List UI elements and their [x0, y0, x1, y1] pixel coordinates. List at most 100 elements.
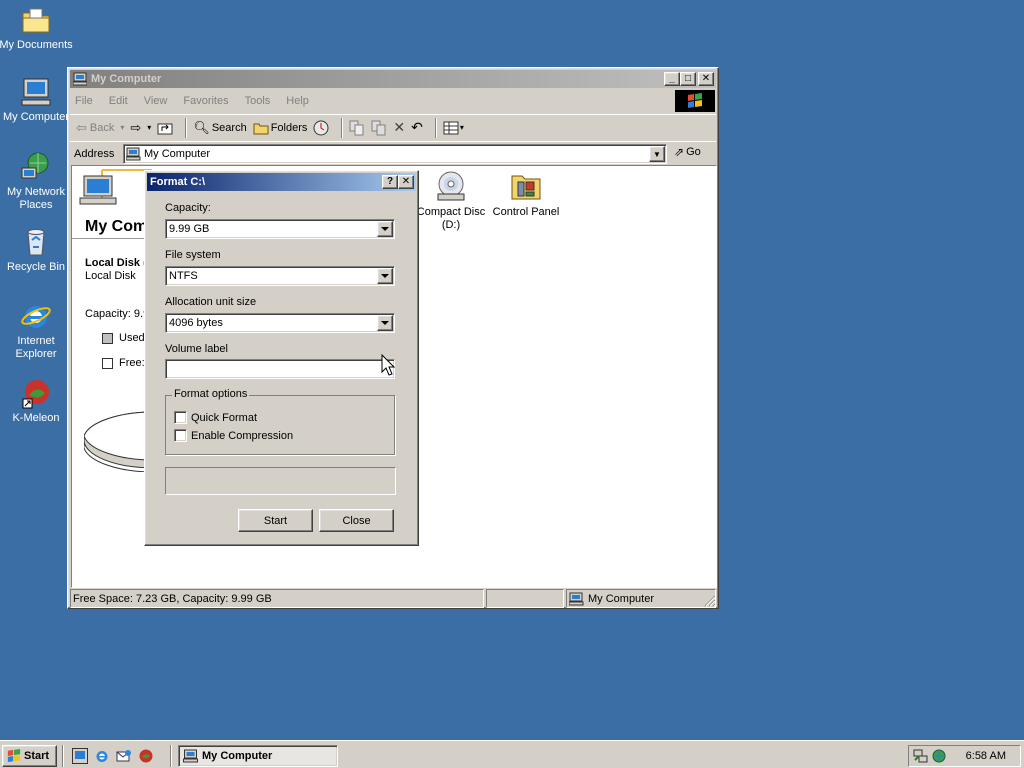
capacity-value: 9.99 GB: [169, 223, 210, 235]
dialog-close-btn[interactable]: Close: [319, 509, 394, 532]
move-to-button[interactable]: [349, 120, 365, 136]
volume-label-caption: Volume label: [165, 343, 228, 355]
filesystem-label: File system: [165, 249, 221, 261]
item-control-panel[interactable]: Control Panel: [490, 170, 562, 218]
capacity-select[interactable]: 9.99 GB: [165, 219, 395, 239]
item-compact-disc[interactable]: Compact Disc (D:): [416, 170, 486, 232]
resize-grip-icon[interactable]: [702, 593, 716, 607]
recycle-bin-icon: [27, 229, 45, 256]
dialog-titlebar[interactable]: Format C:\ ? ✕: [147, 173, 416, 191]
compression-option[interactable]: Enable Compression: [174, 429, 293, 442]
up-folder-button[interactable]: [157, 121, 173, 135]
computer-icon: [21, 78, 51, 106]
history-button[interactable]: [313, 120, 329, 136]
minimize-button[interactable]: _: [664, 72, 680, 86]
start-button-taskbar[interactable]: Start: [2, 745, 57, 767]
menu-file[interactable]: File: [75, 95, 93, 107]
windows-flag-icon: [688, 93, 702, 108]
folder-icon: [22, 8, 50, 33]
quick-format-option[interactable]: Quick Format: [174, 411, 257, 424]
menu-help[interactable]: Help: [286, 95, 309, 107]
chevron-down-icon[interactable]: [377, 268, 393, 284]
desktop-icon-network-places[interactable]: My Network Places: [0, 151, 76, 212]
filesystem-value: NTFS: [169, 270, 198, 282]
menu-tools[interactable]: Tools: [245, 95, 271, 107]
dialog-close-button[interactable]: ✕: [398, 175, 414, 189]
k-meleon-icon[interactable]: [138, 748, 154, 764]
globe-tray-icon[interactable]: [931, 748, 947, 764]
item-label: Compact Disc (D:): [416, 206, 486, 231]
menu-favorites[interactable]: Favorites: [183, 95, 228, 107]
control-panel-icon: [511, 175, 541, 200]
views-button[interactable]: ▾: [443, 121, 464, 135]
internet-explorer-icon[interactable]: [94, 748, 110, 764]
format-progress-bar: [165, 467, 396, 495]
address-dropdown-button[interactable]: ▼: [649, 146, 665, 162]
desktop-icon-internet-explorer[interactable]: Internet Explorer: [0, 300, 76, 361]
folders-button[interactable]: Folders: [253, 121, 307, 135]
volume-label-input[interactable]: [165, 359, 395, 379]
desktop-icon-recycle-bin[interactable]: Recycle Bin: [0, 226, 76, 274]
menu-view[interactable]: View: [144, 95, 168, 107]
menu-edit[interactable]: Edit: [109, 95, 128, 107]
computer-icon: [569, 592, 584, 605]
desktop-icon-my-documents[interactable]: My Documents: [0, 4, 76, 52]
filesystem-select[interactable]: NTFS: [165, 266, 395, 286]
move-to-icon: [349, 120, 364, 135]
chevron-down-icon[interactable]: [377, 315, 393, 331]
quick-format-checkbox[interactable]: [174, 411, 187, 424]
window-titlebar[interactable]: My Computer _ □ ✕: [70, 70, 716, 88]
start-button[interactable]: Start: [238, 509, 313, 532]
status-empty-cell: [486, 589, 564, 608]
clock[interactable]: 6:58 AM: [966, 750, 1006, 762]
desktop-icon-label: K-Meleon: [12, 412, 60, 424]
outlook-express-icon[interactable]: [116, 748, 132, 764]
drive-type: Local Disk: [85, 270, 136, 282]
menu-bar: File Edit View Favorites Tools Help: [70, 90, 674, 112]
address-label: Address: [74, 147, 115, 160]
close-button[interactable]: ✕: [698, 72, 714, 86]
system-tray: 6:58 AM: [908, 745, 1021, 767]
back-button[interactable]: ⇦ Back ▾: [76, 120, 124, 136]
desktop-icon-my-computer[interactable]: My Computer: [0, 76, 76, 124]
undo-button[interactable]: ↶: [411, 119, 423, 136]
allocation-label: Allocation unit size: [165, 296, 257, 308]
show-desktop-icon[interactable]: [72, 748, 88, 764]
folders-icon: [253, 123, 269, 134]
network-tray-icon[interactable]: [913, 748, 929, 764]
desktop-icon-k-meleon[interactable]: K-Meleon: [0, 377, 76, 425]
cd-drive-icon: [437, 171, 465, 201]
network-icon: [21, 152, 49, 179]
help-button[interactable]: ?: [382, 175, 398, 189]
go-arrow-icon: ⇗: [674, 145, 685, 159]
desktop-icon-label: Recycle Bin: [6, 261, 66, 273]
go-button[interactable]: ⇗ Go: [674, 145, 701, 159]
search-button[interactable]: 🔍︎ Search: [193, 120, 246, 136]
copy-to-button[interactable]: [371, 120, 387, 136]
maximize-button[interactable]: □: [680, 72, 696, 86]
drive-capacity: Capacity: 9.9: [85, 308, 150, 320]
allocation-select[interactable]: 4096 bytes: [165, 313, 395, 333]
chevron-down-icon[interactable]: [377, 221, 393, 237]
computer-icon: [73, 72, 87, 86]
mouse-pointer-icon: [381, 354, 395, 376]
address-bar: Address My Computer ▼ ⇗ Go: [70, 141, 716, 165]
status-info: Free Space: 7.23 GB, Capacity: 9.99 GB: [70, 589, 484, 608]
taskbar-item-my-computer[interactable]: My Computer: [178, 745, 338, 767]
format-options-group: Format options Quick Format Enable Compr…: [165, 388, 395, 455]
delete-button[interactable]: ✕: [393, 119, 405, 136]
taskbar-separator: [62, 745, 64, 767]
drive-title: Local Disk (: [85, 257, 147, 269]
desktop-icon-label: Internet Explorer: [15, 335, 57, 360]
address-input[interactable]: My Computer ▼: [123, 144, 667, 164]
taskbar: Start My Computer 6:58 AM: [0, 740, 1024, 768]
forward-button[interactable]: ⇨ ▾: [130, 120, 151, 136]
status-bar: Free Space: 7.23 GB, Capacity: 9.99 GB M…: [70, 589, 718, 608]
used-swatch: [102, 332, 113, 344]
search-icon: 🔍︎: [193, 119, 210, 135]
undo-icon: ↶: [411, 119, 423, 135]
free-legend: Free:: [102, 357, 145, 369]
forward-arrow-icon: ⇨: [130, 119, 142, 135]
compression-checkbox[interactable]: [174, 429, 187, 442]
chevron-down-icon: ▾: [459, 123, 464, 132]
